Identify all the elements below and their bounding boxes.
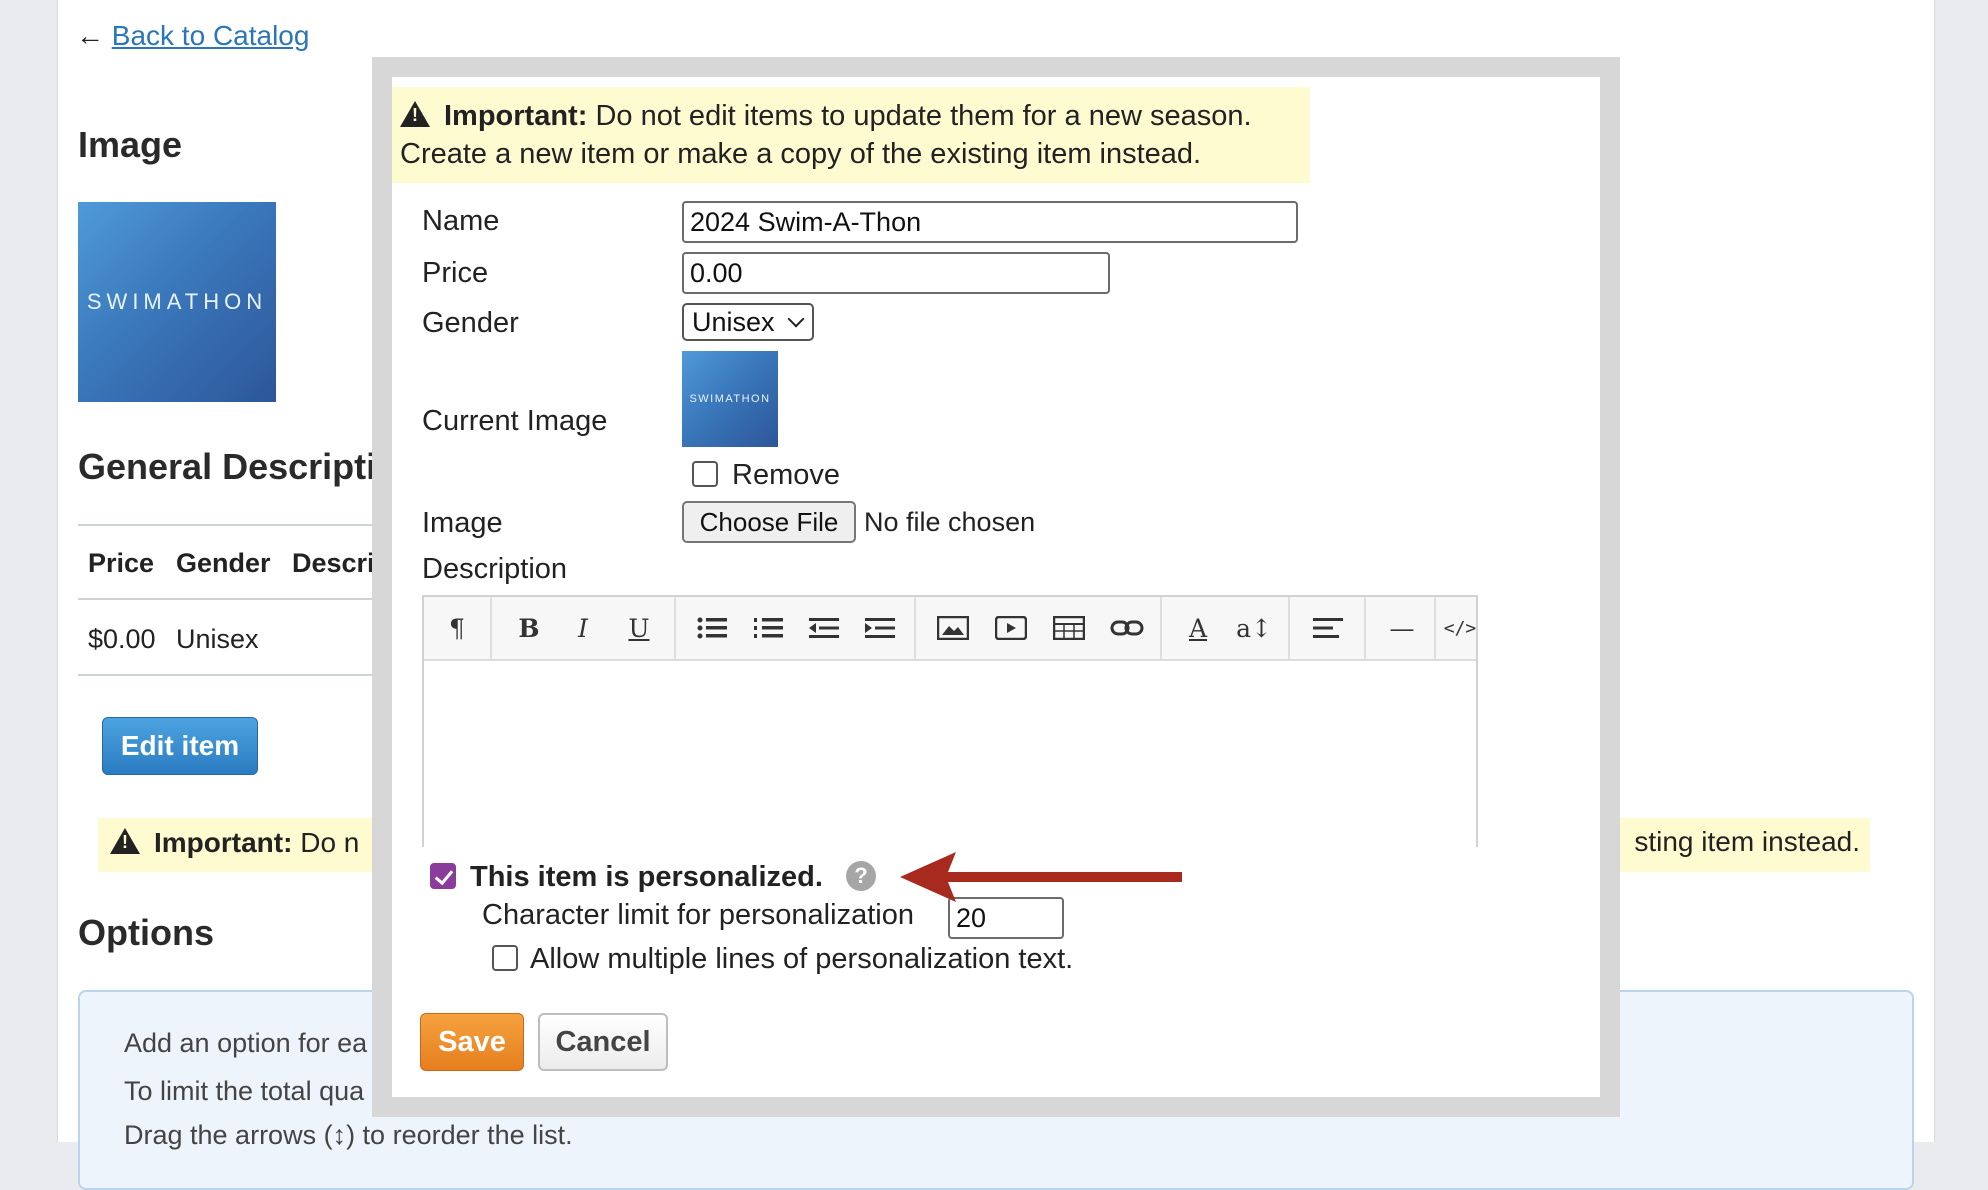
warning-icon — [400, 101, 430, 127]
toolbar-separator — [1160, 597, 1162, 659]
toolbar-separator — [1288, 597, 1290, 659]
editor-toolbar: ¶ B I U A a↕ — </> — [424, 597, 1476, 661]
multiple-lines-label: Allow multiple lines of personalization … — [530, 943, 1074, 975]
image-label: Image — [422, 507, 503, 539]
options-line-3: Drag the arrows (↕) to reorder the list. — [124, 1120, 573, 1150]
remove-image-checkbox[interactable] — [692, 461, 718, 487]
edit-item-modal: Important: Do not edit items to update t… — [392, 77, 1600, 1097]
back-arrow-icon: ← — [76, 20, 104, 51]
table-top-divider — [78, 524, 378, 526]
table-bottom-divider — [78, 674, 378, 676]
horizontal-rule-icon[interactable]: — — [1374, 597, 1430, 659]
image-heading: Image — [78, 124, 183, 165]
font-size-icon[interactable]: a↕ — [1228, 597, 1280, 659]
options-line-2: To limit the total qua — [124, 1076, 365, 1106]
current-image-thumbnail: SWIMATHON — [682, 351, 778, 447]
font-color-icon[interactable]: A — [1172, 597, 1224, 659]
gender-label: Gender — [422, 307, 519, 339]
help-icon[interactable]: ? — [846, 861, 876, 891]
code-view-icon[interactable]: </> — [1440, 597, 1480, 659]
general-description-heading: General Descripti — [78, 446, 377, 487]
italic-icon[interactable]: I — [558, 597, 608, 659]
link-icon[interactable] — [1100, 597, 1154, 659]
modal-warning-line-2: Create a new item or make a copy of the … — [400, 138, 1202, 170]
table-header-description: Descri — [292, 548, 375, 578]
multiple-lines-checkbox[interactable] — [492, 945, 518, 971]
back-to-catalog[interactable]: ← Back to Catalog — [76, 20, 309, 52]
modal-warning-line-1: Do not edit items to update them for a n… — [595, 100, 1252, 132]
table-header-gender: Gender — [176, 548, 271, 578]
no-file-chosen: No file chosen — [864, 507, 1036, 537]
table-header-divider — [78, 598, 378, 600]
table-cell-gender: Unisex — [176, 624, 259, 654]
table-header-price: Price — [88, 548, 155, 578]
warning-icon — [110, 828, 140, 854]
toolbar-separator — [1434, 597, 1436, 659]
toolbar-separator — [1364, 597, 1366, 659]
description-label: Description — [422, 553, 568, 585]
item-image: SWIMATHON — [78, 202, 276, 402]
save-button[interactable]: Save — [420, 1013, 524, 1071]
cancel-button[interactable]: Cancel — [538, 1013, 668, 1071]
underline-icon[interactable]: U — [614, 597, 664, 659]
indent-icon[interactable] — [854, 597, 906, 659]
align-icon[interactable] — [1298, 597, 1358, 659]
background-warning-text: Do n — [300, 827, 360, 858]
back-to-catalog-link[interactable]: Back to Catalog — [112, 20, 310, 51]
gender-select[interactable]: Unisex — [682, 303, 814, 341]
remove-image-label: Remove — [732, 459, 840, 491]
video-icon[interactable] — [984, 597, 1038, 659]
name-label: Name — [422, 205, 500, 237]
item-image-text: SWIMATHON — [86, 289, 268, 314]
current-image-text: SWIMATHON — [689, 393, 771, 405]
modal-warning: Important: Do not edit items to update t… — [392, 87, 1310, 183]
price-input[interactable] — [682, 252, 1110, 294]
price-label: Price — [422, 257, 489, 289]
background-warning-prefix: Important: — [154, 827, 293, 858]
table-cell-price: $0.00 — [88, 624, 156, 654]
options-line-1: Add an option for ea — [124, 1028, 368, 1058]
personalized-checkbox[interactable] — [430, 863, 456, 889]
toolbar-separator — [490, 597, 492, 659]
edit-item-button[interactable]: Edit item — [102, 717, 258, 775]
character-limit-label: Character limit for personalization — [482, 899, 914, 931]
paragraph-icon[interactable]: ¶ — [424, 597, 490, 659]
description-editor-body[interactable] — [424, 661, 1476, 847]
chevron-down-icon — [787, 310, 805, 328]
table-icon[interactable] — [1042, 597, 1096, 659]
bullet-list-icon[interactable] — [686, 597, 738, 659]
toolbar-separator — [674, 597, 676, 659]
description-editor: ¶ B I U A a↕ — </> — [422, 595, 1478, 847]
numbered-list-icon[interactable] — [742, 597, 794, 659]
toolbar-separator — [914, 597, 916, 659]
annotation-arrow-icon — [900, 852, 1182, 902]
bold-icon[interactable]: B — [504, 597, 554, 659]
background-warning-tail: sting item instead. — [1634, 826, 1860, 857]
outdent-icon[interactable] — [798, 597, 850, 659]
choose-file-button[interactable]: Choose File — [682, 501, 856, 543]
personalized-label: This item is personalized. — [470, 861, 823, 893]
current-image-label: Current Image — [422, 405, 608, 437]
name-input[interactable] — [682, 201, 1298, 243]
image-icon[interactable] — [926, 597, 980, 659]
modal-warning-bold: Important: — [444, 100, 588, 132]
options-heading: Options — [78, 912, 214, 953]
gender-select-value: Unisex — [692, 307, 775, 337]
